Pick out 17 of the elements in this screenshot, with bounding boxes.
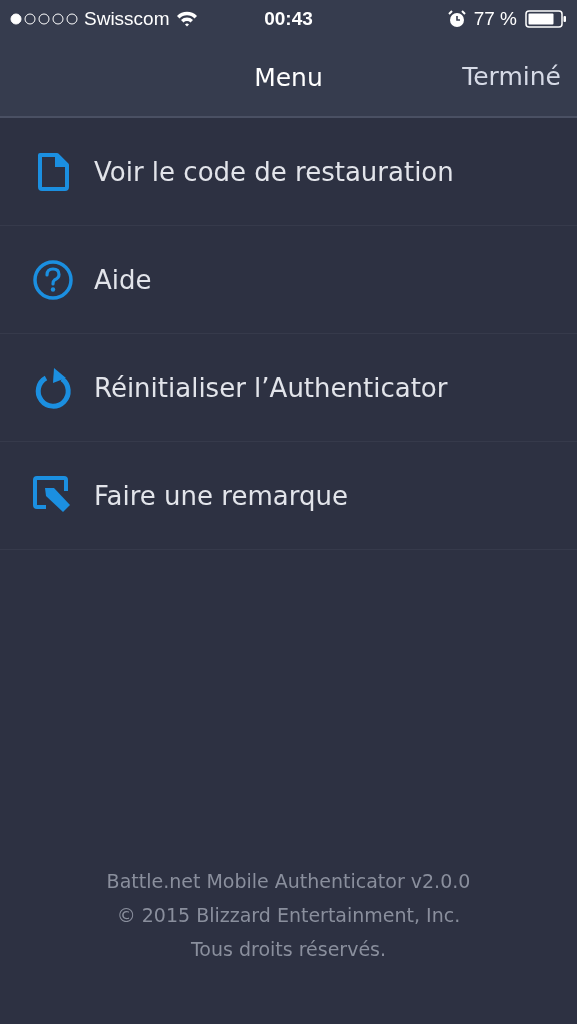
battery-icon [525, 10, 567, 28]
wifi-icon [175, 11, 198, 27]
clock-time: 00:43 [264, 8, 313, 30]
done-button[interactable]: Terminé [460, 58, 563, 95]
footer-text: © 2015 Blizzard Entertainment, Inc. [116, 904, 461, 926]
menu-item[interactable]: Réinitialiser l’Authenticator [0, 334, 577, 442]
footer-text: Battle.net Mobile Authenticator v2.0.0 [106, 870, 471, 892]
signal-icon [10, 13, 78, 25]
menu-item[interactable]: Aide [0, 226, 577, 334]
menu-item[interactable]: Voir le code de restauration [0, 118, 577, 226]
menu-item[interactable]: Faire une remarque [0, 442, 577, 550]
carrier-name: Swisscom [84, 8, 170, 30]
footer-text: Tous droits réservés. [190, 938, 387, 960]
alarm-icon [447, 10, 466, 28]
help-icon [32, 258, 74, 301]
nav-title: Menu [254, 62, 323, 92]
battery-percent: 77 % [473, 8, 517, 30]
